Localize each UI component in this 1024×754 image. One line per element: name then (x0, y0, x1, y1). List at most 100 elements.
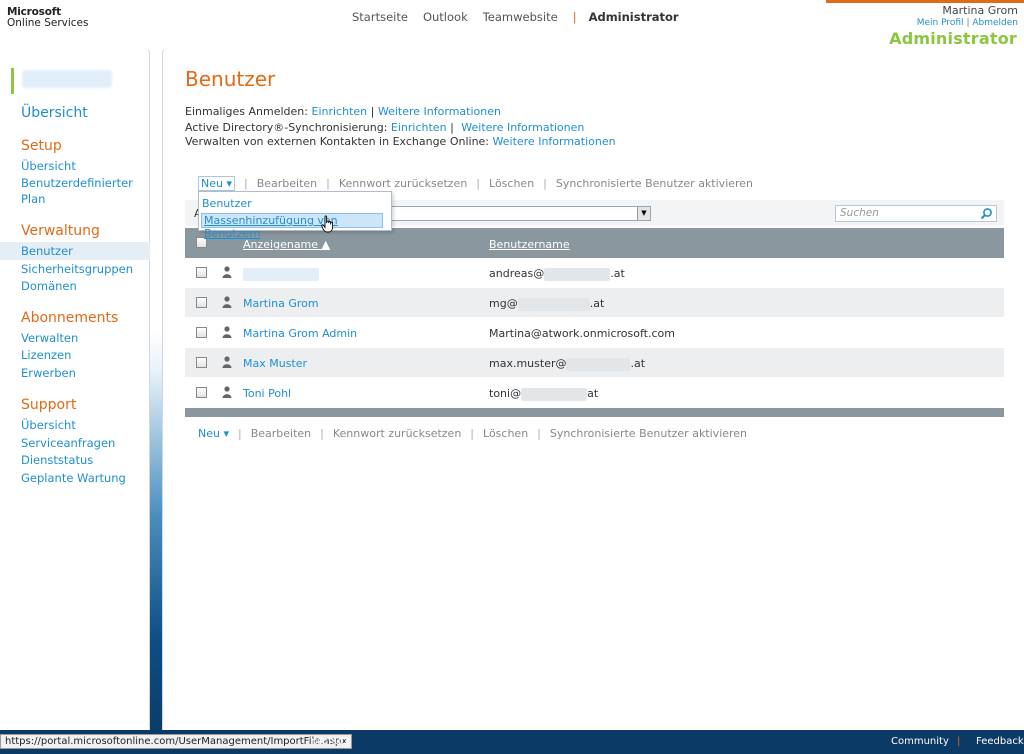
footer-feedback-link[interactable]: Feedback (976, 736, 1024, 747)
sidebar-section-support: Support (21, 397, 77, 413)
username: mg@ .at (489, 297, 604, 311)
new-button[interactable]: Neu ▾ (198, 176, 235, 191)
display-name-link[interactable]: Martina Grom (243, 297, 319, 310)
delete-button[interactable]: Löschen (483, 427, 528, 440)
edit-button[interactable]: Bearbeiten (251, 427, 311, 440)
sidebar-item-manage[interactable]: Verwalten (21, 330, 78, 346)
activate-sync-users-button[interactable]: Synchronisierte Benutzer aktivieren (556, 177, 753, 190)
username-prefix: toni@ (489, 387, 522, 400)
top-header: Microsoft Online Services Startseite Out… (0, 0, 1024, 48)
footer-separator: | (957, 736, 961, 747)
toolbar-separator: | (238, 427, 242, 440)
sidebar-item-security-groups[interactable]: Sicherheitsgruppen (21, 261, 133, 277)
nav-teamwebsite[interactable]: Teamwebsite (483, 10, 558, 24)
table-header: Anzeigename ▲ Benutzername (185, 228, 1004, 258)
reset-password-button[interactable]: Kennwort zurücksetzen (333, 427, 461, 440)
display-name-redacted[interactable] (243, 267, 319, 281)
username: toni@ at (489, 387, 598, 401)
nav-administrator[interactable]: Administrator (589, 10, 679, 24)
top-navigation: Startseite Outlook Teamwebsite | Adminis… (352, 10, 694, 24)
info-external-contacts: Verwalten von externen Kontakten in Exch… (185, 135, 616, 148)
sidebar-section-setup: Setup (21, 138, 62, 154)
toolbar-separator: | (470, 427, 475, 440)
sidebar-item-setup-overview[interactable]: Übersicht (21, 158, 76, 174)
users-table: Anzeigename ▲ Benutzername andreas@ .at M… (185, 228, 1004, 417)
sidebar-item-support-overview[interactable]: Übersicht (21, 417, 76, 433)
row-checkbox[interactable] (196, 327, 207, 338)
table-row[interactable]: Max Muster max.muster@ .at (185, 348, 1004, 378)
sidebar-accent (11, 68, 14, 94)
ad-sync-more-info-link[interactable]: Weitere Informationen (461, 121, 584, 134)
toolbar-separator: | (476, 177, 481, 190)
search-placeholder: Suchen (840, 207, 879, 219)
column-header-username[interactable]: Benutzername (489, 238, 570, 251)
display-name-link[interactable]: Toni Pohl (243, 387, 291, 400)
new-button-label: Neu (198, 427, 220, 440)
sidebar-section-verwaltung: Verwaltung (21, 223, 100, 239)
table-row[interactable]: andreas@ .at (185, 258, 1004, 288)
sidebar-item-purchase[interactable]: Erwerben (21, 365, 76, 381)
display-name-link[interactable]: Martina Grom Admin (243, 327, 357, 340)
footer-privacy-link[interactable]: nschutz (311, 736, 350, 747)
row-checkbox[interactable] (196, 387, 207, 398)
sso-setup-link[interactable]: Einrichten (312, 105, 368, 118)
redacted-domain (521, 387, 588, 401)
user-icon (222, 326, 232, 338)
sidebar-item-custom-plan[interactable]: Benutzerdefinierter (21, 175, 133, 191)
sidebar-item-domains[interactable]: Domänen (21, 278, 77, 294)
browser-status-url: https://portal.microsoftonline.com/UserM… (0, 734, 353, 749)
microsoft-online-services-logo[interactable]: Microsoft Online Services (7, 7, 88, 29)
sidebar-item-service-status[interactable]: Dienststatus (21, 452, 93, 468)
user-icon (222, 356, 232, 368)
toolbar-separator: | (326, 177, 330, 190)
hand-cursor-icon (321, 215, 334, 233)
user-icon (222, 266, 232, 278)
search-icon[interactable] (980, 207, 993, 220)
nav-outlook[interactable]: Outlook (423, 10, 468, 24)
my-profile-link[interactable]: Mein Profil (917, 18, 964, 28)
external-contacts-more-info-link[interactable]: Weitere Informationen (493, 135, 616, 148)
sidebar-item-service-requests[interactable]: Serviceanfragen (21, 435, 115, 451)
display-name-link[interactable]: Max Muster (243, 357, 307, 370)
user-panel: Martina Grom Mein Profil | Abmelden (917, 4, 1018, 28)
nav-startseite[interactable]: Startseite (352, 10, 408, 24)
sso-label: Einmaliges Anmelden: (185, 105, 308, 118)
row-checkbox[interactable] (196, 297, 207, 308)
row-checkbox[interactable] (196, 267, 207, 278)
ad-sync-setup-link[interactable]: Einrichten (391, 121, 447, 134)
user-icon (222, 386, 232, 398)
username-suffix: .at (589, 297, 605, 310)
sidebar-item-planned-maintenance[interactable]: Geplante Wartung (21, 470, 126, 486)
sidebar-item-custom-plan-line2[interactable]: Plan (21, 191, 45, 207)
menu-item-bulk-add-users[interactable]: Massenhinzufügung von Benutzern (201, 213, 383, 240)
filter-select[interactable]: ▼ (385, 206, 651, 221)
sidebar-item-licenses[interactable]: Lizenzen (21, 347, 71, 363)
info-separator: | (450, 121, 454, 134)
table-row[interactable]: Martina Grom Admin Martina@atwork.onmicr… (185, 318, 1004, 348)
username-prefix: mg@ (489, 297, 518, 310)
sidebar-item-overview[interactable]: Übersicht (21, 105, 88, 121)
username-suffix: .at (610, 267, 625, 280)
sign-out-link[interactable]: Abmelden (972, 18, 1018, 28)
search-input[interactable]: Suchen (835, 205, 997, 222)
edit-button[interactable]: Bearbeiten (257, 177, 317, 190)
table-row[interactable]: Toni Pohl toni@ at (185, 378, 1004, 408)
activate-sync-users-button[interactable]: Synchronisierte Benutzer aktivieren (550, 427, 747, 440)
sso-more-info-link[interactable]: Weitere Informationen (378, 105, 501, 118)
row-checkbox[interactable] (196, 357, 207, 368)
username-prefix: andreas@ (489, 267, 545, 280)
username-suffix: .at (630, 357, 646, 370)
table-row[interactable]: Martina Grom mg@ .at (185, 288, 1004, 318)
delete-button[interactable]: Löschen (489, 177, 534, 190)
accent-line (826, 0, 1024, 3)
info-separator: | (370, 105, 375, 118)
sidebar-item-users[interactable]: Benutzer (21, 243, 73, 259)
info-sso: Einmaliges Anmelden: Einrichten | Weiter… (185, 105, 501, 118)
reset-password-button[interactable]: Kennwort zurücksetzen (339, 177, 467, 190)
dropdown-arrow-icon[interactable]: ▼ (637, 207, 650, 220)
footer-community-link[interactable]: Community (891, 736, 949, 747)
new-button[interactable]: Neu ▾ (198, 427, 229, 440)
sidebar: Übersicht Setup Übersicht Benutzerdefini… (0, 48, 150, 730)
menu-item-user[interactable]: Benutzer (202, 197, 252, 210)
new-dropdown-menu: Benutzer Massenhinzufügung von Benutzern (198, 191, 392, 240)
